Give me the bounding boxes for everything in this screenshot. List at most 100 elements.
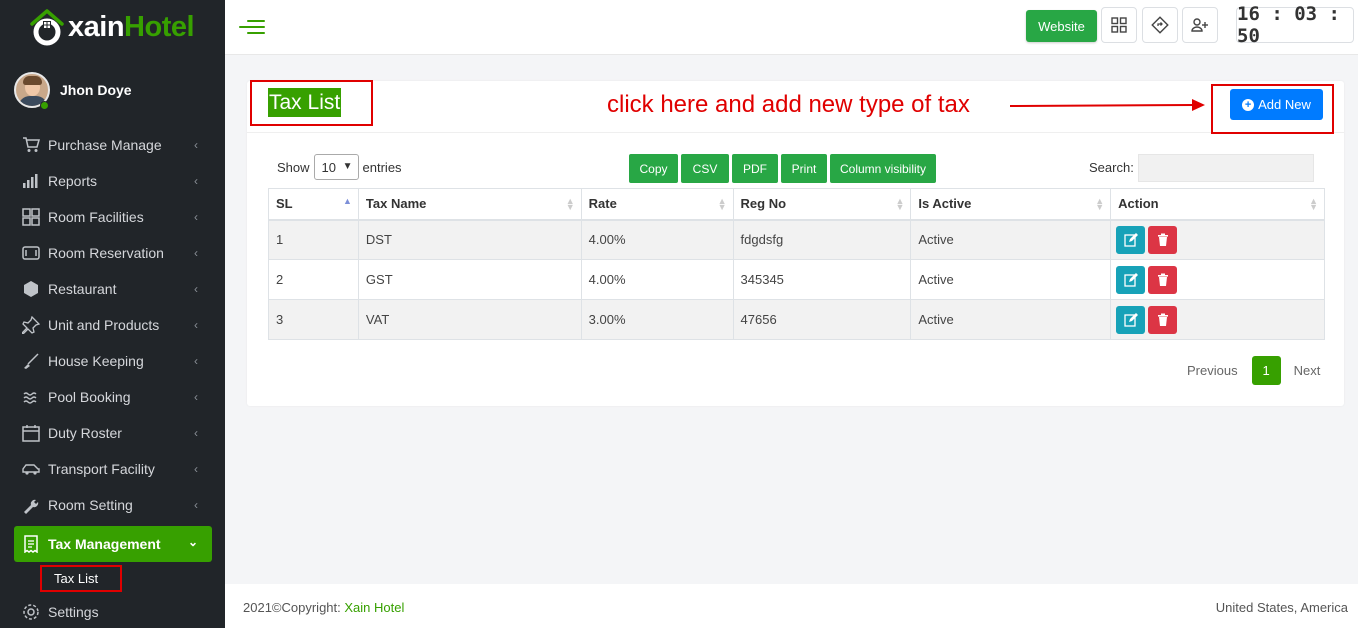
trash-icon [1157,233,1168,246]
cell-action [1110,219,1325,260]
cell-sl: 2 [268,259,359,300]
chevron-left-icon: ‹ [194,462,198,476]
sort-icon: ▲ ▼ [565,196,575,212]
sidebar-item-tax-management[interactable]: Tax Management ⌄ [14,526,212,562]
footer-location: United States, America [1215,600,1348,615]
sidebar-subitem-tax-list[interactable]: Tax List [40,565,122,592]
wrench-icon [21,495,41,515]
delete-button[interactable] [1148,265,1178,294]
previous-page-link[interactable]: Previous [1187,363,1238,378]
sidebar-item-restaurant[interactable]: Restaurant ‹ [14,271,212,307]
print-button[interactable]: Print [781,154,827,183]
sidebar-item-reports[interactable]: Reports ‹ [14,163,212,199]
edit-button[interactable] [1116,265,1146,294]
sidebar-item-room-reservation[interactable]: Room Reservation ‹ [14,235,212,271]
cell-reg-no: fdgdsfg [732,219,912,260]
page-1-button[interactable]: 1 [1251,356,1281,385]
sidebar-item-pool-booking[interactable]: Pool Booking ‹ [14,379,212,415]
sidebar-item-house-keeping[interactable]: House Keeping ‹ [14,343,212,379]
footer-brand-link[interactable]: Xain Hotel [344,600,404,615]
pdf-button[interactable]: PDF [732,154,778,183]
cell-reg-no: 345345 [732,259,912,300]
user-profile[interactable]: Jhon Doye [14,72,132,108]
clock-display: 16 : 03 : 50 [1236,3,1354,47]
show-entries-control: Show 10 ▼ entries [277,154,402,180]
entries-value: 10 [321,159,336,175]
website-button[interactable]: Website [1026,10,1097,42]
sidebar-item-label: Settings [48,604,99,620]
search-label: Search: [1089,160,1134,175]
trash-icon [1157,313,1168,326]
broom-icon [21,351,41,371]
delete-button[interactable] [1148,225,1178,254]
annotation-text: click here and add new type of tax [607,91,970,118]
top-bar: Website 16 : 03 : 50 [225,0,1358,55]
chevron-left-icon: ‹ [194,354,198,368]
cell-rate: 3.00% [580,299,734,340]
chevron-left-icon: ‹ [194,246,198,260]
search-input[interactable] [1138,154,1314,182]
online-status-icon [40,101,49,110]
next-page-link[interactable]: Next [1294,363,1321,378]
cell-is-active: Active [910,259,1112,300]
restaurant-icon [21,279,41,299]
add-new-button[interactable]: + Add New [1230,89,1323,120]
sidebar: xainHotel Jhon Doye Purchase Manage ‹ Re… [0,0,225,628]
sidebar-item-label: Transport Facility [48,461,155,477]
csv-button[interactable]: CSV [681,154,729,183]
cell-tax-name: VAT [357,299,582,340]
edit-button[interactable] [1116,225,1146,254]
table-row: 3 VAT 3.00% 47656 Active [268,299,1325,340]
chevron-left-icon: ‹ [194,498,198,512]
hotel-logo-icon [28,8,66,46]
grid-icon [21,207,41,227]
column-header-tax-name[interactable]: Tax Name ▲ ▼ [357,188,582,221]
column-header-is-active[interactable]: Is Active ▲ ▼ [910,188,1112,221]
tax-table: SL ▲ Tax Name ▲ ▼ Rate ▲ ▼ Reg No ▲ ▼ Is Active… [268,188,1325,340]
edit-button[interactable] [1116,305,1146,334]
edit-icon [1124,232,1138,247]
chevron-down-icon: ⌄ [187,535,198,549]
chevron-left-icon: ‹ [194,390,198,404]
cart-icon [21,135,41,155]
sidebar-item-label: Purchase Manage [48,137,162,153]
sidebar-item-label: Room Reservation [48,245,164,261]
logo[interactable]: xainHotel [28,6,195,48]
directions-icon[interactable] [1142,7,1178,43]
column-visibility-button[interactable]: Column visibility [830,154,936,183]
cell-sl: 3 [268,299,359,340]
bar-chart-icon [21,171,41,191]
apps-grid-icon[interactable] [1101,7,1137,43]
show-label: Show [277,159,310,175]
sidebar-item-room-setting[interactable]: Room Setting ‹ [14,487,212,523]
sidebar-item-duty-roster[interactable]: Duty Roster ‹ [14,415,212,451]
sidebar-item-unit-products[interactable]: Unit and Products ‹ [14,307,212,343]
add-user-icon[interactable] [1182,7,1218,43]
waves-icon [21,387,41,407]
column-header-action[interactable]: Action ▲ ▼ [1110,188,1325,221]
sidebar-item-room-facilities[interactable]: Room Facilities ‹ [14,199,212,235]
sort-icon: ▲ [342,196,352,206]
copy-button[interactable]: Copy [629,154,678,183]
footer: 2021©Copyright: Xain Hotel United States… [225,584,1358,628]
reservation-icon [21,243,41,263]
cell-is-active: Active [910,299,1112,340]
cell-is-active: Active [910,219,1112,260]
hamburger-menu-icon[interactable] [239,17,265,37]
column-header-rate[interactable]: Rate ▲ ▼ [580,188,734,221]
logo-text: xainHotel [68,10,195,43]
sidebar-item-label: Pool Booking [48,389,131,405]
delete-button[interactable] [1148,305,1178,334]
chevron-left-icon: ‹ [194,174,198,188]
column-header-sl[interactable]: SL ▲ [268,188,359,221]
table-header-row: SL ▲ Tax Name ▲ ▼ Rate ▲ ▼ Reg No ▲ ▼ Is Active… [268,188,1325,221]
column-header-reg-no[interactable]: Reg No ▲ ▼ [732,188,912,221]
sidebar-item-label: Unit and Products [48,317,160,333]
sidebar-item-settings[interactable]: Settings [14,594,99,628]
table-row: 2 GST 4.00% 345345 Active [268,259,1325,300]
entries-select[interactable]: 10 ▼ [313,154,359,180]
sidebar-item-transport-facility[interactable]: Transport Facility ‹ [14,451,212,487]
sidebar-item-purchase-manage[interactable]: Purchase Manage ‹ [14,127,212,163]
cell-action [1110,299,1325,340]
sidebar-item-label: Reports [48,173,98,189]
